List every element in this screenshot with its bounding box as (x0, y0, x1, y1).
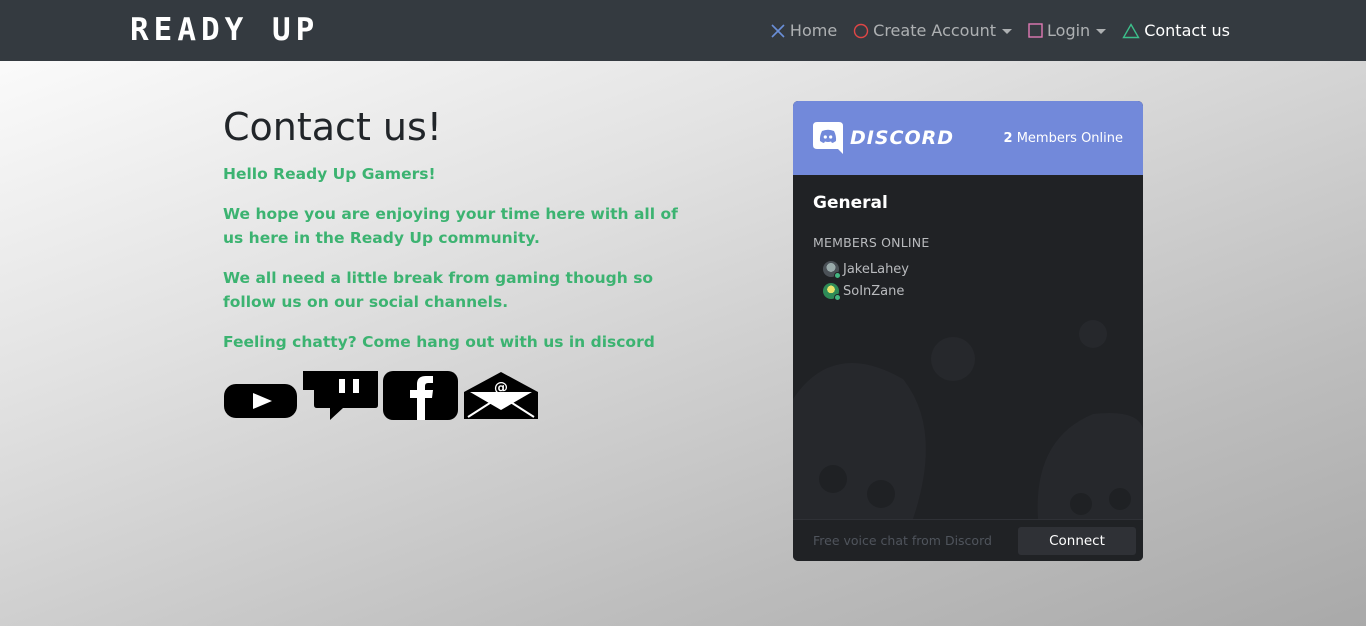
youtube-icon (224, 384, 297, 418)
online-status-icon (834, 272, 841, 279)
nav-create-account-label: Create Account (873, 21, 997, 40)
email-icon: @ (464, 372, 538, 419)
nav-menu: Home Create Account Login Contact us (754, 0, 1230, 61)
chevron-down-icon (1002, 29, 1013, 34)
members-count-label: Members Online (1016, 130, 1123, 146)
discord-widget-footer: Free voice chat from Discord Connect (793, 519, 1143, 561)
contact-section: Contact us! Hello Ready Up Gamers! We ho… (223, 104, 693, 424)
online-status-icon (834, 294, 841, 301)
discord-widget-body: General MEMBERS ONLINE JakeLahey SoInZan… (793, 175, 1143, 519)
social-links: @ (223, 370, 693, 424)
discord-widget: DISCORD 2 Members Online General MEMBERS… (793, 101, 1143, 561)
greeting-text: Hello Ready Up Gamers! (223, 165, 436, 183)
email-link[interactable]: @ (463, 370, 539, 424)
svg-text:@: @ (494, 380, 508, 396)
square-icon (1028, 23, 1043, 38)
member-name: SoInZane (843, 283, 905, 299)
social-text: We all need a little break from gaming t… (223, 269, 654, 311)
nav-login-label: Login (1047, 21, 1091, 40)
members-online-count: 2 Members Online (1004, 131, 1124, 146)
discord-widget-header: DISCORD 2 Members Online (793, 101, 1143, 175)
avatar (823, 283, 841, 301)
chevron-down-icon (1096, 29, 1107, 34)
twitch-icon (303, 371, 378, 420)
nav-home-label: Home (789, 21, 838, 40)
connect-button[interactable]: Connect (1018, 526, 1136, 555)
member-item[interactable]: SoInZane (823, 280, 1123, 302)
nav-contact[interactable]: Contact us (1122, 21, 1230, 40)
intro-text: We hope you are enjoying your time here … (223, 205, 678, 247)
discord-footer-text: Free voice chat from Discord (813, 533, 992, 548)
navbar: READY UP Home Create Account Login Conta… (0, 0, 1366, 61)
facebook-link[interactable] (383, 370, 458, 424)
brand-logo[interactable]: READY UP (130, 12, 319, 48)
channel-name: General (813, 193, 888, 213)
member-item[interactable]: JakeLahey (823, 258, 1123, 280)
members-online-header: MEMBERS ONLINE (813, 235, 930, 250)
members-count-number: 2 (1003, 130, 1013, 146)
nav-create-account[interactable]: Create Account (853, 21, 1013, 40)
nav-contact-label: Contact us (1144, 21, 1230, 40)
discord-text: Feeling chatty? Come hang out with us in… (223, 333, 655, 351)
discord-icon (813, 122, 843, 154)
member-name: JakeLahey (843, 261, 910, 277)
youtube-link[interactable] (223, 380, 298, 424)
circle-icon (853, 23, 869, 38)
page-title: Contact us! (223, 105, 443, 149)
twitch-link[interactable] (303, 370, 378, 424)
discord-logo[interactable]: DISCORD (813, 122, 954, 154)
facebook-icon (383, 371, 458, 420)
nav-home[interactable]: Home (770, 21, 837, 40)
avatar (823, 261, 841, 279)
discord-wordmark: DISCORD (850, 127, 955, 149)
nav-login[interactable]: Login (1028, 21, 1107, 40)
cross-icon (771, 23, 785, 38)
triangle-icon (1122, 22, 1140, 38)
discord-background-icon (793, 320, 1143, 519)
